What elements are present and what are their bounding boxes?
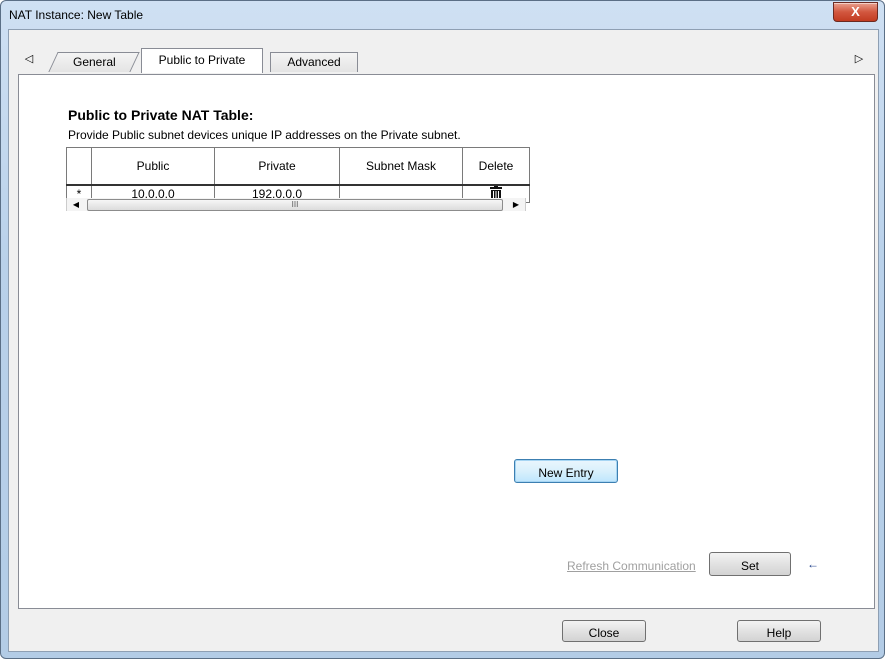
title-bar: NAT Instance: New Table X bbox=[1, 1, 884, 29]
window-close-button[interactable]: X bbox=[833, 2, 878, 22]
set-button[interactable]: Set bbox=[709, 552, 791, 576]
page-title: Public to Private NAT Table: bbox=[68, 107, 254, 123]
tab-scroll-right-button[interactable]: ▷ bbox=[851, 51, 867, 67]
row-header-corner bbox=[66, 147, 92, 186]
new-entry-button[interactable]: New Entry bbox=[514, 459, 618, 483]
page-description: Provide Public subnet devices unique IP … bbox=[68, 128, 461, 142]
tab-advanced[interactable]: Advanced bbox=[270, 52, 358, 72]
help-button[interactable]: Help bbox=[737, 620, 821, 642]
tab-strip: ◁ General Public to Private Advanced ▷ bbox=[17, 44, 873, 73]
set-pending-arrow-icon: ← bbox=[807, 557, 819, 571]
column-header-public[interactable]: Public bbox=[91, 147, 215, 186]
scroll-left-arrow[interactable]: ◀ bbox=[69, 198, 83, 211]
nat-table: Public Private Subnet Mask Delete * 10.0… bbox=[66, 147, 530, 203]
close-button[interactable]: Close bbox=[562, 620, 646, 642]
scrollbar-thumb[interactable]: III bbox=[87, 199, 503, 211]
column-header-subnet-mask[interactable]: Subnet Mask bbox=[339, 147, 463, 186]
tab-public-to-private[interactable]: Public to Private bbox=[141, 48, 263, 73]
refresh-communication-link[interactable]: Refresh Communication bbox=[567, 559, 696, 573]
table-header-row: Public Private Subnet Mask Delete bbox=[66, 147, 530, 186]
scroll-right-arrow[interactable]: ▶ bbox=[509, 198, 523, 211]
dialog-client-area: ◁ General Public to Private Advanced ▷ P… bbox=[8, 29, 879, 652]
tab-scroll-left-button[interactable]: ◁ bbox=[21, 51, 37, 67]
nat-instance-window: NAT Instance: New Table X ◁ General Publ… bbox=[0, 0, 885, 659]
tab-panel-public-to-private: Public to Private NAT Table: Provide Pub… bbox=[18, 74, 875, 609]
window-title: NAT Instance: New Table bbox=[9, 8, 144, 22]
tab-general[interactable]: General bbox=[48, 52, 140, 72]
column-header-delete[interactable]: Delete bbox=[462, 147, 530, 186]
table-horizontal-scrollbar[interactable]: ◀ III ▶ bbox=[66, 198, 526, 211]
column-header-private[interactable]: Private bbox=[214, 147, 340, 186]
